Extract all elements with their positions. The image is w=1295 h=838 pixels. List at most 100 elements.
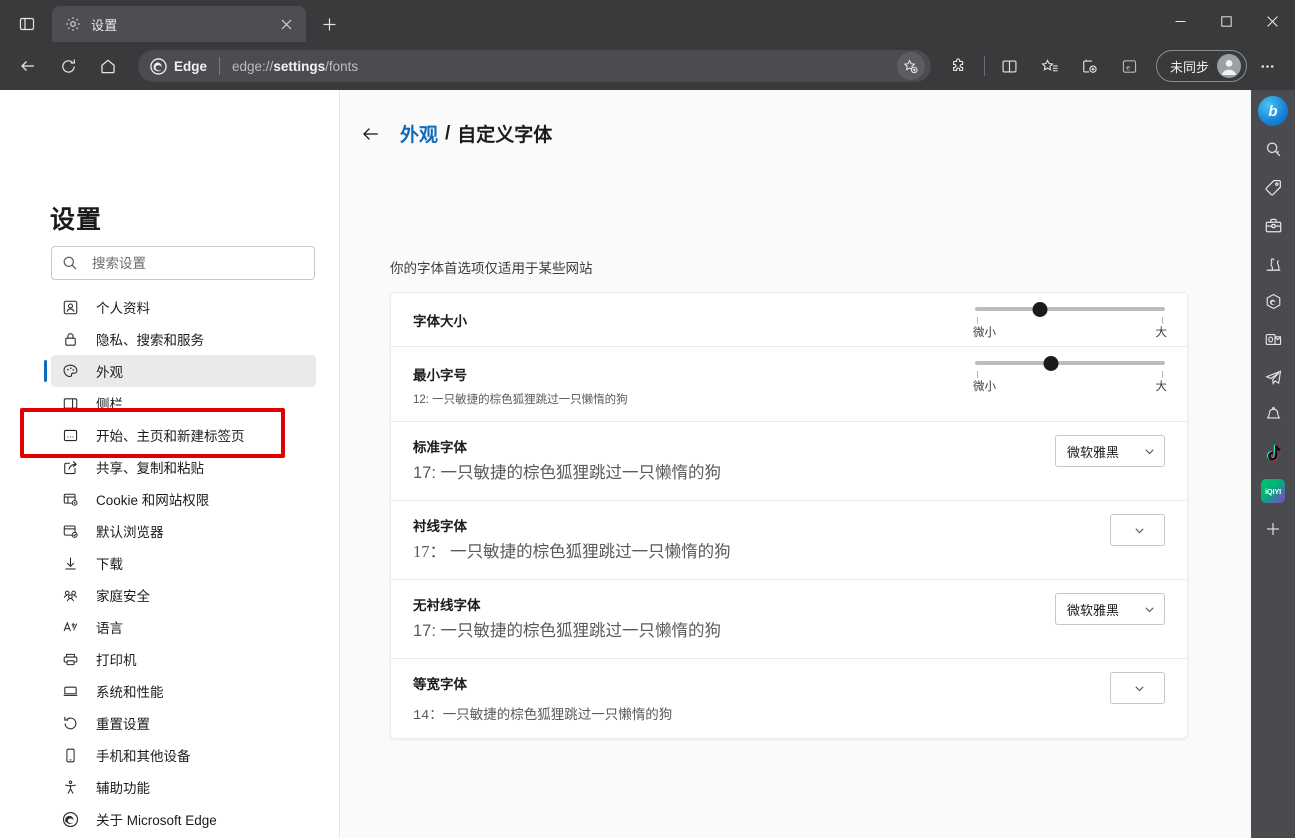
sidebar-item-reset-settings[interactable]: 重置设置 <box>51 707 316 739</box>
page-content: 设置 个人资料 <box>0 90 1251 838</box>
sidebar-item-phone-other-devices[interactable]: 手机和其他设备 <box>51 739 316 771</box>
browser-essentials-icon[interactable] <box>1113 49 1147 83</box>
sidebar-item-privacy[interactable]: 隐私、搜索和服务 <box>51 323 316 355</box>
sidebar-item-label: 关于 Microsoft Edge <box>96 813 217 828</box>
iqiyi-icon[interactable]: iQIYI <box>1256 474 1290 508</box>
slider-track[interactable] <box>975 361 1165 365</box>
maximize-button[interactable] <box>1203 0 1249 42</box>
breadcrumb-parent-link[interactable]: 外观 <box>400 120 438 147</box>
sans-serif-font-dropdown[interactable]: 微软雅黑 <box>1055 593 1165 625</box>
sidebar-item-sidebar[interactable]: 侧栏 <box>51 387 316 419</box>
bing-copilot-icon[interactable]: b <box>1256 94 1290 128</box>
iqiyi-logo: iQIYI <box>1261 479 1285 503</box>
gear-icon <box>64 15 82 33</box>
add-icon[interactable] <box>1256 512 1290 546</box>
slider-track[interactable] <box>975 307 1165 311</box>
tab-search-button[interactable] <box>8 9 46 39</box>
address-bar[interactable]: Edge edge://settings/fonts <box>138 50 931 82</box>
accessibility-icon <box>60 777 80 797</box>
share-icon <box>60 457 80 477</box>
download-icon <box>60 553 80 573</box>
chevron-down-icon <box>1133 524 1146 537</box>
sidebar-item-about-edge[interactable]: 关于 Microsoft Edge <box>51 803 316 835</box>
sidebar-item-label: 隐私、搜索和服务 <box>96 333 204 348</box>
drop-icon[interactable] <box>1256 284 1290 318</box>
search-input[interactable] <box>92 255 304 271</box>
newtab-page-icon <box>60 425 80 445</box>
sidebar-item-label: 侧栏 <box>96 397 123 412</box>
profile-sync-label: 未同步 <box>1169 59 1209 75</box>
refresh-icon[interactable] <box>51 49 85 83</box>
telegram-icon[interactable] <box>1256 360 1290 394</box>
sidebar-item-system-performance[interactable]: 系统和性能 <box>51 675 316 707</box>
breadcrumb-separator: / <box>445 122 451 144</box>
slider-tick-max <box>1162 317 1163 324</box>
sidebar-item-family-safety[interactable]: 家庭安全 <box>51 579 316 611</box>
close-icon[interactable] <box>274 12 298 36</box>
window-controls <box>1157 0 1295 42</box>
minimize-button[interactable] <box>1157 0 1203 42</box>
sidebar-item-languages[interactable]: 语言 <box>51 611 316 643</box>
browser-toolbar: Edge edge://settings/fonts 未同步 <box>0 42 1295 90</box>
new-tab-button[interactable] <box>312 8 346 40</box>
back-arrow-icon[interactable] <box>360 123 382 145</box>
default-browser-icon <box>60 521 80 541</box>
more-options-icon[interactable] <box>1250 49 1284 83</box>
reset-icon <box>60 713 80 733</box>
omnibox-brand-label: Edge <box>174 58 208 74</box>
language-icon <box>60 617 80 637</box>
browser-tab[interactable]: 设置 <box>52 6 306 42</box>
slider-min-label: 微小 <box>973 327 996 339</box>
phone-icon <box>60 745 80 765</box>
sidebar-item-label: Cookie 和网站权限 <box>96 493 210 508</box>
fixed-width-font-dropdown[interactable] <box>1110 672 1165 704</box>
close-window-button[interactable] <box>1249 0 1295 42</box>
tiktok-icon[interactable] <box>1256 436 1290 470</box>
settings-main: 外观 / 自定义字体 你的字体首选项仅适用于某些网站 字体大小 微小 大 最小字… <box>341 90 1251 838</box>
slider-thumb[interactable] <box>1043 356 1059 371</box>
sidebar-item-default-browser[interactable]: 默认浏览器 <box>51 515 316 547</box>
toolbox-icon[interactable] <box>1256 208 1290 242</box>
split-screen-icon[interactable] <box>993 49 1027 83</box>
row-standard-font: 标准字体 17: 一只敏捷的棕色狐狸跳过一只懒惰的狗 微软雅黑 <box>391 422 1187 501</box>
games-icon[interactable] <box>1256 246 1290 280</box>
outlook-icon[interactable] <box>1256 322 1290 356</box>
sidebar-item-appearance[interactable]: 外观 <box>44 355 316 387</box>
extensions-icon[interactable] <box>942 49 976 83</box>
row-serif-font: 衬线字体 17： 一只敏捷的棕色狐狸跳过一只懒惰的狗 <box>391 501 1187 580</box>
sidebar-item-cookies[interactable]: Cookie 和网站权限 <box>51 483 316 515</box>
chevron-down-icon <box>1143 445 1156 458</box>
sidebar-item-accessibility[interactable]: 辅助功能 <box>51 771 316 803</box>
sidebar-item-start-home-newtab[interactable]: 开始、主页和新建标签页 <box>51 419 316 451</box>
slider-max-label: 大 <box>1155 327 1168 339</box>
sidebar-item-label: 外观 <box>96 365 123 380</box>
row-sample-text: 17： 一只敏捷的棕色狐狸跳过一只懒惰的狗 <box>413 542 731 561</box>
home-icon[interactable] <box>91 49 125 83</box>
search-icon[interactable] <box>1256 132 1290 166</box>
slider-thumb[interactable] <box>1032 302 1048 317</box>
sidebar-item-share-copy-paste[interactable]: 共享、复制和粘贴 <box>51 451 316 483</box>
font-size-slider[interactable]: 微小 大 <box>973 301 1168 341</box>
row-title: 字体大小 <box>413 314 467 329</box>
standard-font-dropdown[interactable]: 微软雅黑 <box>1055 435 1165 467</box>
minimum-font-size-slider[interactable]: 微小 大 <box>973 355 1167 395</box>
sidebar-item-profile[interactable]: 个人资料 <box>51 291 316 323</box>
favorites-icon[interactable] <box>1033 49 1067 83</box>
row-font-size: 字体大小 微小 大 <box>391 293 1187 347</box>
serif-font-dropdown[interactable] <box>1110 514 1165 546</box>
shopping-tag-icon[interactable] <box>1256 170 1290 204</box>
sidebar-item-printers[interactable]: 打印机 <box>51 643 316 675</box>
sidebar-item-downloads[interactable]: 下载 <box>51 547 316 579</box>
slider-tick-max <box>1162 371 1163 378</box>
bell-icon[interactable] <box>1256 398 1290 432</box>
omnibox-url[interactable]: edge://settings/fonts <box>232 59 358 74</box>
profile-icon <box>60 297 80 317</box>
system-icon <box>60 681 80 701</box>
collections-icon[interactable] <box>1073 49 1107 83</box>
back-icon[interactable] <box>11 49 45 83</box>
palette-icon <box>60 361 80 381</box>
chevron-down-icon <box>1133 682 1146 695</box>
profile-button[interactable]: 未同步 <box>1155 50 1247 82</box>
star-add-icon[interactable] <box>896 52 925 80</box>
search-settings-box[interactable] <box>51 246 315 280</box>
